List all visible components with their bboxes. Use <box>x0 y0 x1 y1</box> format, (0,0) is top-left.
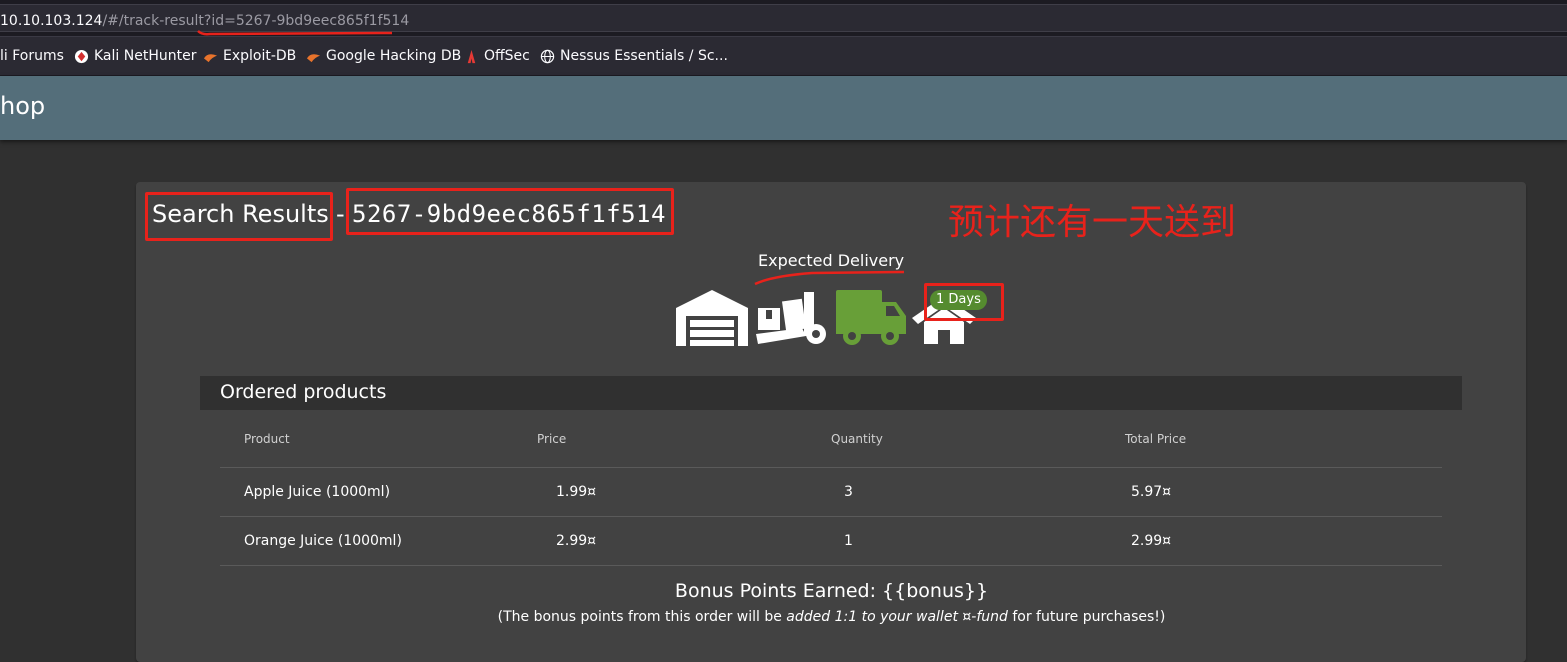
bookmark-label: Google Hacking DB <box>326 48 462 64</box>
product-quantity: 3 <box>844 484 853 500</box>
bookmark-label: Nessus Essentials / Sc... <box>560 48 728 64</box>
product-name: Orange Juice (1000ml) <box>244 533 402 549</box>
column-header-price: Price <box>537 432 567 446</box>
bookmark-exploit-db[interactable]: Exploit-DB <box>203 48 296 64</box>
url-path: /#/track-result?id=5267-9bd9eec865f1f514 <box>102 13 410 29</box>
days-badge-annotation-box <box>924 283 1004 321</box>
kali-nethunter-icon <box>74 49 89 63</box>
expected-delivery-underline-annotation <box>754 270 905 286</box>
exploit-db-icon <box>203 53 218 62</box>
product-quantity: 1 <box>844 533 853 549</box>
url-text[interactable]: 10.10.103.124/#/track-result?id=5267-9bd… <box>0 13 409 29</box>
heading-annotation-box <box>145 192 333 241</box>
table-divider <box>220 467 1442 468</box>
bookmark-offsec[interactable]: OffSec <box>464 48 530 64</box>
bookmark-label: li Forums <box>0 48 64 64</box>
bookmark-label: Kali NetHunter <box>94 48 197 64</box>
warehouse-icon <box>676 290 748 346</box>
ordered-products-header: Ordered products <box>200 376 1462 410</box>
product-price: 1.99¤ <box>556 484 597 500</box>
product-total: 2.99¤ <box>1131 533 1172 549</box>
bookmark-nessus[interactable]: Nessus Essentials / Sc... <box>540 48 728 64</box>
product-total: 5.97¤ <box>1131 484 1172 500</box>
bookmark-google-hacking-db[interactable]: Google Hacking DB <box>306 48 461 64</box>
bookmark-kali-nethunter[interactable]: Kali NetHunter <box>74 48 196 64</box>
bonus-points-title: Bonus Points Earned: {{bonus}} <box>674 580 989 602</box>
bonus-note-emphasis: added 1:1 to your wallet ¤-fund <box>786 609 1008 625</box>
truck-icon <box>836 290 906 345</box>
bonus-points-note: (The bonus points from this order will b… <box>0 609 1567 625</box>
bonus-note-suffix: for future purchases!) <box>1007 609 1166 625</box>
column-header-product: Product <box>244 432 290 446</box>
delivery-annotation-text: 预计还有一天送到 <box>948 202 1237 243</box>
url-host: 10.10.103.124 <box>0 13 103 29</box>
heading-separator: - <box>336 200 345 228</box>
table-divider <box>220 565 1442 566</box>
offsec-icon <box>467 49 476 63</box>
table-divider <box>220 516 1442 517</box>
globe-icon <box>540 49 555 63</box>
product-price: 2.99¤ <box>556 533 597 549</box>
google-hacking-db-icon <box>306 53 321 62</box>
column-header-total-price: Total Price <box>1125 432 1187 446</box>
dolly-icon <box>756 292 826 344</box>
bookmark-label: Exploit-DB <box>223 48 297 64</box>
browser-address-bar: 10.10.103.124/#/track-result?id=5267-9bd… <box>0 0 1567 37</box>
bookmark-label: OffSec <box>484 48 530 64</box>
order-id-annotation-box <box>346 188 674 235</box>
product-name: Apple Juice (1000ml) <box>244 484 391 500</box>
bonus-note-prefix: (The bonus points from this order will b… <box>497 609 787 625</box>
app-title[interactable]: hop <box>0 92 45 120</box>
column-header-quantity: Quantity <box>831 432 883 446</box>
app-toolbar: hop <box>0 76 1567 140</box>
ordered-products-title: Ordered products <box>220 381 387 403</box>
bookmarks-bar: li Forums Kali NetHunter Exploit-DB Goog… <box>0 37 1567 76</box>
bookmark-kali-forums[interactable]: li Forums <box>0 48 64 64</box>
